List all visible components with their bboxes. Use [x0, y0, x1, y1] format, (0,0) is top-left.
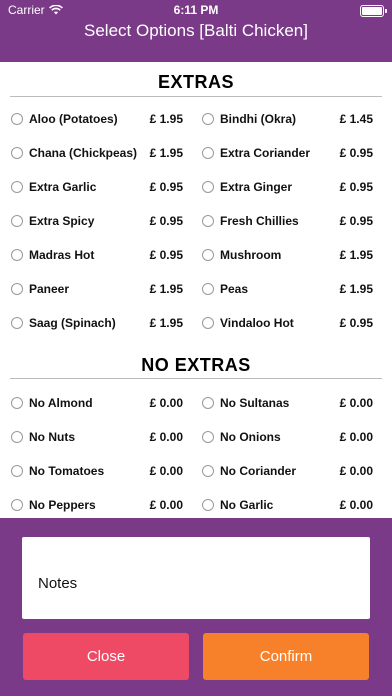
radio-icon[interactable]: [11, 181, 23, 193]
radio-icon[interactable]: [11, 499, 23, 511]
radio-icon[interactable]: [11, 249, 23, 261]
notes-field[interactable]: Notes: [22, 537, 370, 619]
radio-icon[interactable]: [202, 317, 214, 329]
notes-placeholder: Notes: [38, 575, 78, 592]
no-extras-divider: [10, 378, 382, 379]
extras-divider: [10, 96, 382, 97]
battery-icon: [360, 5, 387, 17]
extras-heading: EXTRAS: [157, 72, 234, 92]
radio-icon[interactable]: [202, 147, 214, 159]
option-no-almond[interactable]: No Almond £ 0.00: [11, 393, 183, 413]
radio-icon[interactable]: [202, 499, 214, 511]
radio-icon[interactable]: [202, 465, 214, 477]
option-madras-hot[interactable]: Madras Hot £ 0.95: [11, 245, 183, 265]
confirm-button[interactable]: Confirm: [203, 633, 369, 680]
radio-icon[interactable]: [202, 249, 214, 261]
option-vindaloo-hot[interactable]: Vindaloo Hot £ 0.95: [202, 313, 373, 333]
options-panel[interactable]: EXTRAS Aloo (Potatoes) £ 1.95 Bindhi (Okr…: [0, 62, 392, 518]
option-saag[interactable]: Saag (Spinach) £ 1.95: [11, 313, 183, 333]
status-bar: Carrier 6:11 PM: [0, 0, 392, 20]
no-extras-heading: NO EXTRAS: [141, 355, 251, 375]
option-no-tomatoes[interactable]: No Tomatoes £ 0.00: [11, 461, 183, 481]
option-chana[interactable]: Chana (Chickpeas) £ 1.95: [11, 143, 183, 163]
radio-icon[interactable]: [202, 431, 214, 443]
option-extra-coriander[interactable]: Extra Coriander £ 0.95: [202, 143, 373, 163]
radio-icon[interactable]: [11, 147, 23, 159]
radio-icon[interactable]: [11, 283, 23, 295]
option-paneer[interactable]: Paneer £ 1.95: [11, 279, 183, 299]
option-no-nuts[interactable]: No Nuts £ 0.00: [11, 427, 183, 447]
option-bindhi[interactable]: Bindhi (Okra) £ 1.45: [202, 109, 373, 129]
option-fresh-chillies[interactable]: Fresh Chillies £ 0.95: [202, 211, 373, 231]
option-no-coriander[interactable]: No Coriander £ 0.00: [202, 461, 373, 481]
option-extra-garlic[interactable]: Extra Garlic £ 0.95: [11, 177, 183, 197]
status-time: 6:11 PM: [173, 3, 219, 17]
radio-icon[interactable]: [202, 397, 214, 409]
radio-icon[interactable]: [11, 317, 23, 329]
radio-icon[interactable]: [202, 283, 214, 295]
option-no-onions[interactable]: No Onions £ 0.00: [202, 427, 373, 447]
radio-icon[interactable]: [202, 113, 214, 125]
radio-icon[interactable]: [11, 397, 23, 409]
radio-icon[interactable]: [11, 215, 23, 227]
option-no-peppers[interactable]: No Peppers £ 0.00: [11, 495, 183, 515]
radio-icon[interactable]: [11, 465, 23, 477]
option-mushroom[interactable]: Mushroom £ 1.95: [202, 245, 373, 265]
option-extra-spicy[interactable]: Extra Spicy £ 0.95: [11, 211, 183, 231]
radio-icon[interactable]: [202, 181, 214, 193]
option-extra-ginger[interactable]: Extra Ginger £ 0.95: [202, 177, 373, 197]
option-no-sultanas[interactable]: No Sultanas £ 0.00: [202, 393, 373, 413]
radio-icon[interactable]: [11, 113, 23, 125]
radio-icon[interactable]: [202, 215, 214, 227]
page-title: Select Options [Balti Chicken]: [84, 21, 308, 40]
option-peas[interactable]: Peas £ 1.95: [202, 279, 373, 299]
option-no-garlic[interactable]: No Garlic £ 0.00: [202, 495, 373, 515]
close-button[interactable]: Close: [23, 633, 189, 680]
radio-icon[interactable]: [11, 431, 23, 443]
option-aloo[interactable]: Aloo (Potatoes) £ 1.95: [11, 109, 183, 129]
